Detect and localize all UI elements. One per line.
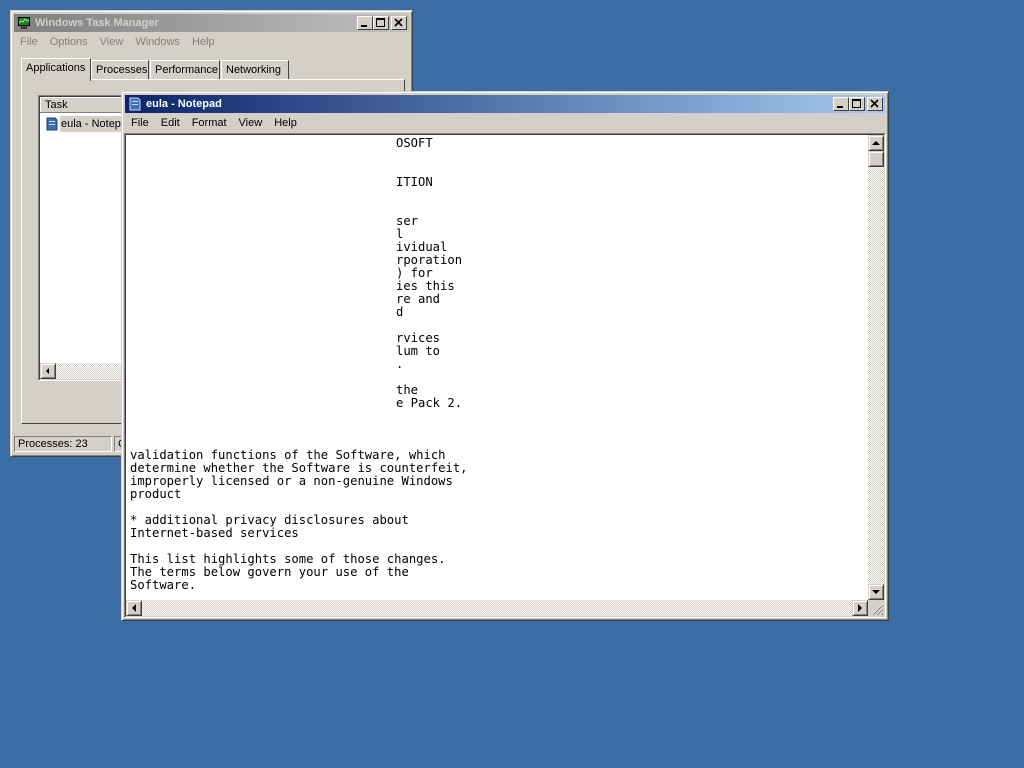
minimize-button[interactable] <box>357 16 373 30</box>
notepad-titlebar[interactable]: eula - Notepad <box>125 95 885 113</box>
task-name: eula - Notepad <box>60 116 128 132</box>
task-manager-menubar: File Options View Windows Help <box>14 33 409 51</box>
menu-file[interactable]: File <box>14 33 44 51</box>
scroll-up-button[interactable] <box>868 135 884 151</box>
menu-format[interactable]: Format <box>186 114 233 132</box>
text-line: Internet-based services <box>130 526 299 540</box>
horizontal-scrollbar[interactable] <box>142 600 852 616</box>
tab-label: Applications <box>26 62 86 74</box>
fragment-line: e Pack 2. <box>396 396 463 410</box>
arrow-down-icon <box>872 590 880 594</box>
task-manager-titlebar[interactable]: Windows Task Manager <box>14 14 409 32</box>
arrow-up-icon <box>872 141 880 145</box>
tab-label: Processes <box>96 64 148 76</box>
menu-options[interactable]: Options <box>44 33 94 51</box>
menu-help[interactable]: Help <box>268 114 303 132</box>
text-fragments: OSOFT ITION ser l ividual rporation ) fo… <box>126 135 866 455</box>
notepad-menubar: File Edit Format View Help <box>125 114 885 132</box>
arrow-left-icon <box>132 604 136 612</box>
arrow-left-icon <box>46 368 49 374</box>
scroll-left-button[interactable] <box>126 600 142 616</box>
vertical-scrollbar[interactable] <box>868 167 884 584</box>
notepad-window[interactable]: eula - Notepad File Edit Format View Hel… <box>121 91 889 621</box>
task-list[interactable]: Task eula - Notepad <box>38 95 130 381</box>
menu-view[interactable]: View <box>233 114 269 132</box>
notepad-icon <box>129 97 141 111</box>
maximize-button[interactable] <box>373 16 389 30</box>
menu-file[interactable]: File <box>125 114 155 132</box>
task-column-header[interactable]: Task <box>40 97 128 113</box>
tab-networking[interactable]: Networking <box>221 60 289 80</box>
size-grip[interactable] <box>868 600 884 616</box>
menu-view[interactable]: View <box>94 33 130 51</box>
task-manager-icon <box>18 17 30 29</box>
text-body: validation functions of the Software, wh… <box>126 445 866 601</box>
task-manager-title: Windows Task Manager <box>35 17 159 29</box>
notepad-title: eula - Notepad <box>146 98 222 110</box>
fragment-line: d <box>396 305 404 319</box>
close-icon <box>870 99 879 108</box>
maximize-icon <box>852 99 861 108</box>
fragment-line: OSOFT <box>396 136 433 150</box>
task-column-label: Task <box>45 99 68 111</box>
tab-performance[interactable]: Performance <box>150 60 220 80</box>
notepad-edit-area[interactable]: OSOFT ITION ser l ividual rporation ) fo… <box>124 133 886 618</box>
close-button[interactable] <box>391 16 407 30</box>
minimize-icon <box>837 106 843 108</box>
scroll-right-button[interactable] <box>852 600 868 616</box>
arrow-right-icon <box>858 604 862 612</box>
minimize-icon <box>361 25 367 27</box>
menu-help[interactable]: Help <box>186 33 221 51</box>
maximize-button[interactable] <box>849 97 865 111</box>
scroll-left-button[interactable] <box>40 363 56 379</box>
fragment-line: . <box>396 357 404 371</box>
horizontal-scrollbar[interactable] <box>56 363 128 379</box>
tab-label: Performance <box>155 64 218 76</box>
vertical-scroll-thumb[interactable] <box>868 151 884 167</box>
close-icon <box>394 18 403 27</box>
tab-label: Networking <box>226 64 282 76</box>
menu-windows[interactable]: Windows <box>129 33 186 51</box>
maximize-icon <box>376 18 385 27</box>
fragment-line: ITION <box>396 175 433 189</box>
text-line: Software. <box>130 578 197 592</box>
close-button[interactable] <box>867 97 883 111</box>
tab-processes[interactable]: Processes <box>91 60 149 80</box>
text-line: product <box>130 487 182 501</box>
status-processes: Processes: 23 <box>14 436 112 452</box>
menu-edit[interactable]: Edit <box>155 114 186 132</box>
tab-applications[interactable]: Applications <box>21 58 91 81</box>
scroll-down-button[interactable] <box>868 584 884 600</box>
minimize-button[interactable] <box>833 97 849 111</box>
size-grip-icon <box>871 603 884 616</box>
notepad-icon <box>46 117 58 131</box>
